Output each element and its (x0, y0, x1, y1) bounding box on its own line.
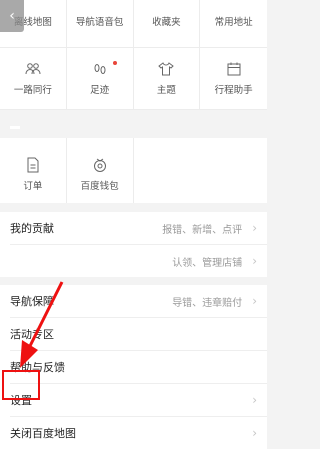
theme-label: 主题 (156, 85, 176, 96)
navigation-guarantee-label: 导航保障 (10, 295, 54, 308)
wallet-item[interactable]: 百度钱包 (67, 138, 134, 203)
settings-highlight-box (2, 370, 40, 400)
events-item[interactable]: 活动专区 (0, 318, 267, 350)
help-feedback-label: 帮助与反馈 (10, 361, 65, 374)
my-contribution-subtitle: 报错、新增、点评 (162, 224, 243, 236)
calendar-icon (226, 62, 242, 76)
travel-together-item[interactable]: 一路同行 (0, 48, 67, 110)
people-icon (25, 62, 41, 76)
section-gap (0, 110, 267, 138)
chevron-right-icon: › (252, 294, 257, 308)
store-management-subtitle: 认领、管理店铺 (172, 257, 243, 269)
voice-pack-label: 导航语音包 (75, 17, 124, 28)
back-button[interactable]: ‹ (0, 0, 24, 32)
footprint-label: 足迹 (90, 85, 110, 96)
store-management-item[interactable]: 认领、管理店铺 › (0, 245, 267, 277)
my-contribution-label: 我的贡献 (10, 222, 54, 235)
document-icon (25, 157, 41, 173)
chevron-left-icon: ‹ (9, 8, 15, 24)
favorites-item[interactable]: 收藏夹 (133, 0, 201, 48)
chevron-right-icon: › (252, 254, 257, 268)
theme-item[interactable]: 主题 (133, 48, 201, 110)
navigation-guarantee-item[interactable]: 导航保障 导错、违章赔付 › (0, 285, 267, 317)
grid-row-3: 订单 百度钱包 (0, 138, 267, 203)
common-address-label: 常用地址 (214, 17, 253, 28)
menu-list-2: 导航保障 导错、违章赔付 › 活动专区 帮助与反馈 设置 › 关闭百度地图 › (0, 285, 267, 449)
wallet-label: 百度钱包 (80, 181, 119, 192)
close-baidu-map-item[interactable]: 关闭百度地图 › (0, 417, 267, 449)
orders-label: 订单 (23, 181, 43, 192)
footprint-item[interactable]: 足迹 (66, 48, 134, 110)
favorites-label: 收藏夹 (152, 17, 181, 28)
wallet-icon (92, 158, 108, 172)
orders-item[interactable]: 订单 (0, 138, 67, 203)
trip-assistant-label: 行程助手 (214, 85, 253, 96)
shirt-icon (158, 62, 175, 76)
events-label: 活动专区 (10, 328, 54, 341)
common-address-item[interactable]: 常用地址 (200, 0, 267, 48)
help-feedback-item[interactable]: 帮助与反馈 (0, 351, 267, 383)
my-contribution-item[interactable]: 我的贡献 报错、新增、点评 › (0, 212, 267, 244)
grid-row-1: 离线地图 导航语音包 收藏夹 常用地址 (0, 0, 267, 48)
chevron-right-icon: › (252, 221, 257, 235)
chevron-right-icon: › (252, 393, 257, 407)
settings-label: 设置 (10, 394, 32, 407)
chevron-right-icon: › (252, 426, 257, 440)
trip-assistant-item[interactable]: 行程助手 (200, 48, 267, 110)
voice-pack-item[interactable]: 导航语音包 (66, 0, 134, 48)
settings-item[interactable]: 设置 › (0, 384, 267, 416)
footprint-icon (92, 62, 108, 76)
travel-together-label: 一路同行 (13, 85, 52, 96)
close-baidu-map-label: 关闭百度地图 (10, 427, 76, 440)
gap-fragment (10, 126, 20, 129)
navigation-guarantee-subtitle: 导错、违章赔付 (172, 297, 243, 309)
new-badge-dot (112, 61, 117, 65)
grid-row-3-cells: 订单 百度钱包 (0, 138, 267, 203)
grid-row-2: 一路同行 足迹 主题 行程助手 (0, 48, 267, 110)
menu-list: 我的贡献 报错、新增、点评 › 认领、管理店铺 › (0, 212, 267, 277)
